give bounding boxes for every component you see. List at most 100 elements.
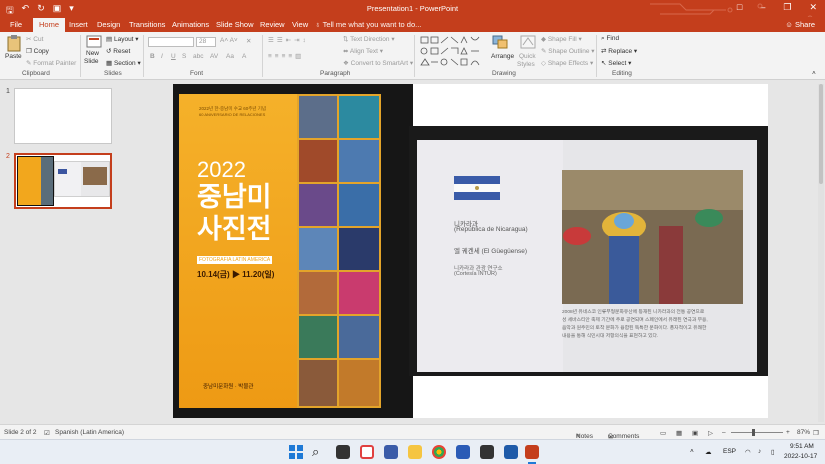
slide-2[interactable]: 2022년 한-중남미 수교 60주년 기념 60 ANIVERSARIO DE… xyxy=(173,84,768,418)
battery-icon[interactable]: ▯ xyxy=(771,448,775,456)
zoom-level[interactable]: 87% xyxy=(797,429,810,436)
ribbon-tabs: File Home Insert Design Transitions Anim… xyxy=(0,17,825,32)
new-slide-icon[interactable] xyxy=(86,35,102,51)
file-explorer-icon[interactable] xyxy=(408,445,422,459)
photos-icon[interactable] xyxy=(504,445,518,459)
shape-fill-button[interactable]: ◆ Shape Fill ▾ xyxy=(541,35,582,43)
quick-styles-button[interactable]: Quick xyxy=(519,53,536,60)
reading-view-icon[interactable]: ▣ xyxy=(692,429,698,437)
quick-styles-icon[interactable] xyxy=(520,35,536,51)
italic-button[interactable]: I xyxy=(161,53,163,60)
poster-title-1: 중남미 xyxy=(197,182,272,212)
quick-styles-button-label[interactable]: Styles xyxy=(517,61,535,68)
paste-button[interactable]: Paste xyxy=(5,53,22,60)
tab-file[interactable]: File xyxy=(10,20,22,29)
powerpoint-icon[interactable] xyxy=(525,445,539,459)
replace-button[interactable]: ⇄ Replace ▾ xyxy=(601,47,637,55)
paste-icon[interactable] xyxy=(6,35,24,52)
section-button[interactable]: ▦ Section ▾ xyxy=(106,59,141,67)
cloud-icon[interactable]: ☁ xyxy=(705,448,712,456)
reset-button[interactable]: ↺ Reset xyxy=(106,47,130,55)
slides-group-label: Slides xyxy=(104,70,122,77)
separator xyxy=(596,35,597,77)
list-buttons[interactable]: ☰☰⇤⇥↕ xyxy=(268,36,309,44)
slide-thumbnail-1[interactable] xyxy=(14,88,112,144)
slide-thumbnail-2[interactable] xyxy=(14,153,112,209)
shape-effects-button[interactable]: ◇ Shape Effects ▾ xyxy=(541,59,593,67)
share-button[interactable]: ☺ Share xyxy=(785,20,815,29)
font-size-buttons[interactable]: A˄ A˅ xyxy=(220,37,238,44)
clock-date[interactable]: 2022-10-17 xyxy=(784,453,817,460)
poster-photo[interactable] xyxy=(173,84,413,418)
layout-button[interactable]: ▤ Layout ▾ xyxy=(106,35,139,43)
underline-button[interactable]: U xyxy=(171,53,176,60)
scrollbar-thumb[interactable] xyxy=(819,84,823,184)
security-app-icon[interactable] xyxy=(384,445,398,459)
separator xyxy=(262,35,263,77)
app-icon[interactable] xyxy=(360,445,374,459)
align-text-button[interactable]: ⬌ Align Text ▾ xyxy=(343,47,383,55)
tab-home[interactable]: Home xyxy=(33,18,66,32)
separator xyxy=(80,35,81,77)
arrange-icon[interactable] xyxy=(492,35,510,51)
smartart-icon: ❖ xyxy=(343,60,349,67)
poster-subtitle: FOTOGRAFIA LATIN AMERICA xyxy=(197,256,273,264)
char-spacing-button[interactable]: AV xyxy=(210,53,218,60)
slide-sorter-icon[interactable]: ▦ xyxy=(676,429,682,437)
tab-slide-show[interactable]: Slide Show xyxy=(216,20,254,29)
search-icon[interactable]: ⌕ xyxy=(312,445,326,459)
app-icon[interactable] xyxy=(480,445,494,459)
title-bar: 🖫 ↶ ↻ ▣ ▾ Presentation1 - PowerPoint □ –… xyxy=(0,0,825,25)
tray-chevron-icon[interactable]: ˄ xyxy=(690,448,694,455)
shadow-button[interactable]: S xyxy=(182,53,186,60)
language-status[interactable]: Spanish (Latin America) xyxy=(55,429,124,436)
strikethrough-button[interactable]: abc xyxy=(193,53,203,60)
new-slide-button[interactable]: New xyxy=(86,50,99,57)
cut-button[interactable]: ✂ Cut xyxy=(26,35,43,43)
fit-slide-icon[interactable]: ❐ xyxy=(813,429,819,437)
windows-start-icon[interactable] xyxy=(289,445,303,459)
format-painter-button[interactable]: ✎ Format Painter xyxy=(26,59,76,67)
tab-transitions[interactable]: Transitions xyxy=(129,20,165,29)
zoom-in-button[interactable]: + xyxy=(786,429,790,436)
shapes-gallery[interactable] xyxy=(419,35,487,68)
collapse-ribbon-icon[interactable]: ˄ xyxy=(812,70,816,77)
slideshow-view-icon[interactable]: ▷ xyxy=(708,429,713,437)
input-language[interactable]: ESP xyxy=(723,448,736,455)
bold-button[interactable]: B xyxy=(150,53,155,60)
clock-time[interactable]: 9:51 AM xyxy=(790,443,814,450)
speaker-icon[interactable]: ♪ xyxy=(758,448,761,455)
chrome-icon[interactable] xyxy=(432,445,446,459)
font-name-input[interactable] xyxy=(148,37,194,47)
select-button[interactable]: ↖ Select ▾ xyxy=(601,59,631,67)
tab-view[interactable]: View xyxy=(292,20,308,29)
normal-view-icon[interactable]: ▭ xyxy=(660,429,666,437)
alignment-buttons[interactable]: ≡≡≡≡▥ xyxy=(268,52,304,60)
tell-me-box[interactable]: ♁ Tell me what you want to do... xyxy=(315,20,421,29)
font-size-input[interactable]: 28 xyxy=(196,37,216,47)
cursor-icon: ↖ xyxy=(601,60,607,67)
zoom-out-button[interactable]: – xyxy=(722,429,726,436)
task-view-icon[interactable] xyxy=(336,445,350,459)
tab-design[interactable]: Design xyxy=(97,20,120,29)
word-icon[interactable] xyxy=(456,445,470,459)
clear-formatting-icon[interactable]: ✕ xyxy=(246,37,251,45)
zoom-slider-thumb[interactable] xyxy=(752,429,755,436)
font-color-button[interactable]: A xyxy=(242,53,246,60)
zoom-slider[interactable] xyxy=(731,432,783,433)
change-case-button[interactable]: Aa xyxy=(226,53,234,60)
copy-button[interactable]: ❐ Copy xyxy=(26,47,49,55)
tab-review[interactable]: Review xyxy=(260,20,285,29)
spellcheck-icon[interactable]: ☑ xyxy=(44,429,50,437)
tab-insert[interactable]: Insert xyxy=(69,20,88,29)
wifi-icon[interactable]: ◠ xyxy=(745,448,751,456)
new-slide-button-label[interactable]: Slide xyxy=(84,58,98,65)
arrange-button[interactable]: Arrange xyxy=(491,53,514,60)
pen-icon: ✎ xyxy=(541,48,547,55)
tab-animations[interactable]: Animations xyxy=(172,20,209,29)
vertical-scrollbar[interactable] xyxy=(818,84,824,422)
find-button[interactable]: ⌕ Find xyxy=(601,35,619,43)
shape-outline-button[interactable]: ✎ Shape Outline ▾ xyxy=(541,47,595,55)
convert-smartart-button[interactable]: ❖ Convert to SmartArt ▾ xyxy=(343,59,413,67)
text-direction-button[interactable]: ⇅ Text Direction ▾ xyxy=(343,35,395,43)
